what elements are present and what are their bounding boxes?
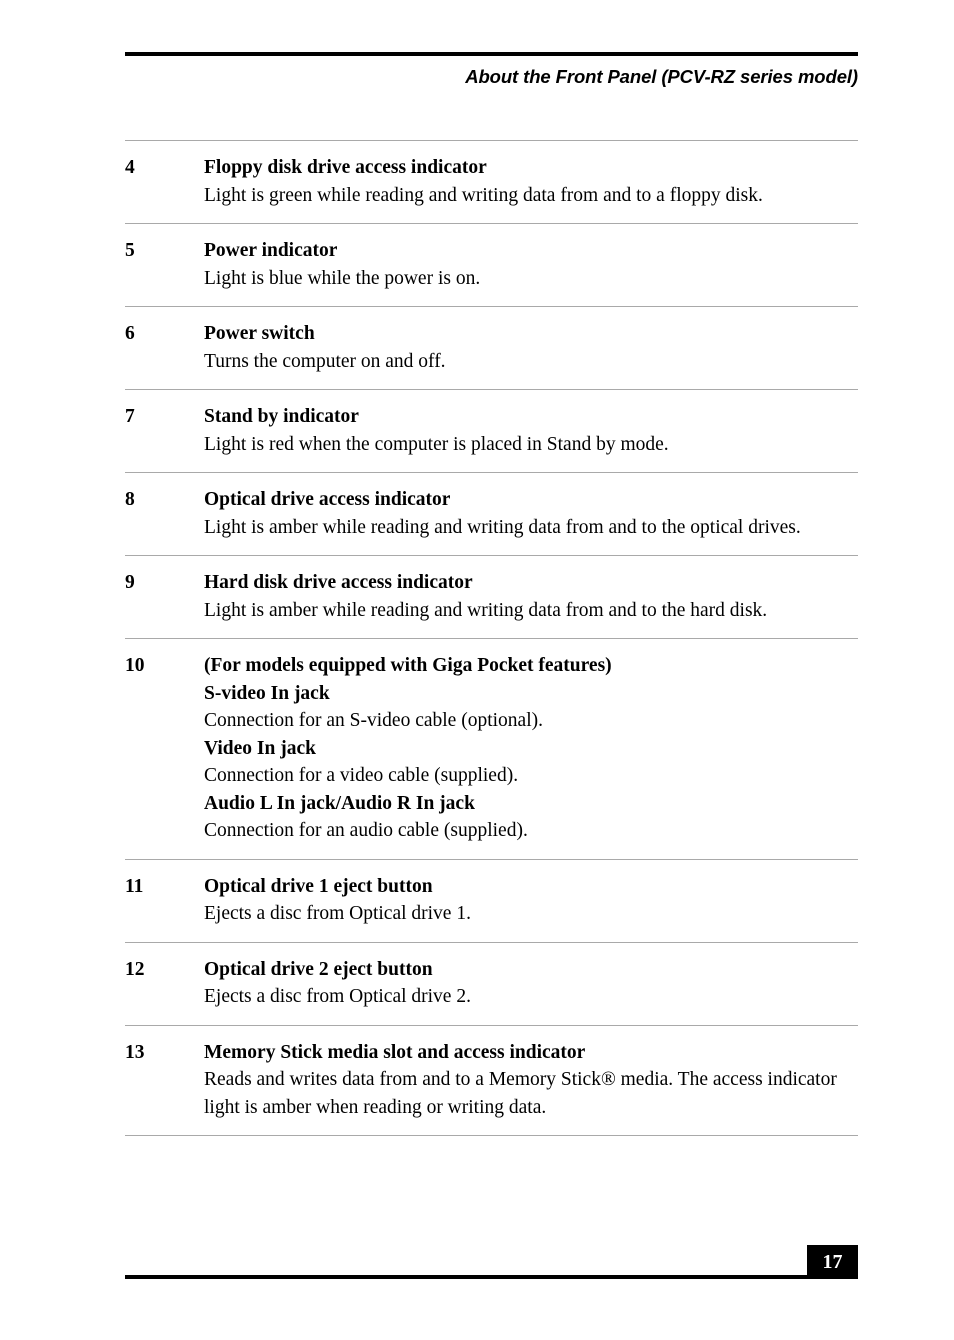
item-number: 6 bbox=[125, 323, 135, 344]
item-heading: Optical drive 2 eject button bbox=[204, 958, 433, 980]
item-body: Power switch Turns the computer on and of… bbox=[204, 320, 858, 375]
item-number: 10 bbox=[125, 655, 145, 676]
item-number: 8 bbox=[125, 489, 135, 510]
item-heading: Optical drive 1 eject button bbox=[204, 875, 433, 897]
table-row: 8 Optical drive access indicator Light is … bbox=[125, 473, 858, 555]
page-header: About the Front Panel (PCV-RZ series mod… bbox=[125, 52, 858, 88]
item-heading: Optical drive access indicator bbox=[204, 489, 451, 510]
item-heading: Video In jack bbox=[204, 737, 316, 759]
table-row: 10 (For models equipped with Giga Pocket … bbox=[125, 639, 858, 859]
item-body: Optical drive access indicator Light is a… bbox=[204, 486, 858, 541]
page-title: About the Front Panel (PCV-RZ series mod… bbox=[465, 66, 858, 87]
item-body: Power indicator Light is blue while the p… bbox=[204, 237, 858, 292]
item-number: 4 bbox=[125, 157, 135, 178]
item-description: Light is amber while reading and writing… bbox=[204, 516, 801, 538]
table-row: 9 Hard disk drive access indicator Light i… bbox=[125, 556, 858, 638]
table-row: 12 Optical drive 2 eject button Ejects a d… bbox=[125, 943, 858, 1025]
item-description: Light is green while reading and writing… bbox=[204, 184, 763, 206]
table-row: 5 Power indicator Light is blue while the … bbox=[125, 224, 858, 306]
item-description: Light is amber while reading and writing… bbox=[204, 599, 768, 621]
table-row: 13 Memory Stick media slot and access ind… bbox=[125, 1026, 858, 1136]
document-page: About the Front Panel (PCV-RZ series mod… bbox=[0, 0, 954, 1340]
item-number: 5 bbox=[125, 240, 135, 261]
item-body: Hard disk drive access indicator Light is… bbox=[204, 569, 858, 624]
item-body: Floppy disk drive access indicator Light … bbox=[204, 154, 858, 209]
footer-rule bbox=[125, 1275, 858, 1279]
item-heading: Power switch bbox=[204, 323, 315, 344]
item-body: Optical drive 2 eject button Ejects a dis… bbox=[204, 956, 858, 1011]
item-description: Connection for an audio cable (supplied)… bbox=[204, 820, 528, 841]
row-separator bbox=[125, 1135, 858, 1136]
item-heading: Audio L In jack/Audio R In jack bbox=[204, 792, 475, 814]
item-description: Connection for a video cable (supplied). bbox=[204, 765, 519, 786]
item-body: Optical drive 1 eject button Ejects a dis… bbox=[204, 873, 858, 928]
table-row: 7 Stand by indicator Light is red when the… bbox=[125, 390, 858, 472]
item-heading: Stand by indicator bbox=[204, 406, 359, 427]
item-heading: Floppy disk drive access indicator bbox=[204, 157, 487, 178]
item-heading: S-video In jack bbox=[204, 682, 330, 704]
item-description: Turns the computer on and off. bbox=[204, 350, 446, 372]
item-description: Reads and writes data from and to a Memo… bbox=[204, 1069, 837, 1118]
item-body: Stand by indicator Light is red when the … bbox=[204, 403, 858, 458]
item-heading: Power indicator bbox=[204, 240, 338, 261]
item-body: (For models equipped with Giga Pocket fe… bbox=[204, 652, 858, 845]
page-number: 17 bbox=[807, 1245, 858, 1278]
front-panel-item-list: 4 Floppy disk drive access indicator Light… bbox=[125, 140, 858, 1136]
item-heading: Hard disk drive access indicator bbox=[204, 572, 473, 593]
item-description: Light is blue while the power is on. bbox=[204, 267, 481, 289]
item-heading: Memory Stick media slot and access indic… bbox=[204, 1041, 586, 1063]
item-description: Connection for an S-video cable (optiona… bbox=[204, 710, 543, 731]
page-footer: 17 bbox=[125, 1245, 858, 1279]
item-description: Ejects a disc from Optical drive 1. bbox=[204, 903, 471, 924]
item-number: 9 bbox=[125, 572, 135, 593]
item-description: Light is red when the computer is placed… bbox=[204, 433, 669, 455]
item-body: Memory Stick media slot and access indic… bbox=[204, 1039, 858, 1122]
table-row: 4 Floppy disk drive access indicator Light… bbox=[125, 141, 858, 223]
item-number: 7 bbox=[125, 406, 135, 427]
table-row: 11 Optical drive 1 eject button Ejects a d… bbox=[125, 860, 858, 942]
item-number: 13 bbox=[125, 1041, 145, 1063]
item-number: 12 bbox=[125, 958, 145, 980]
header-rule bbox=[125, 52, 858, 56]
table-row: 6 Power switch Turns the computer on and o… bbox=[125, 307, 858, 389]
item-heading: (For models equipped with Giga Pocket fe… bbox=[204, 655, 612, 676]
item-description: Ejects a disc from Optical drive 2. bbox=[204, 986, 471, 1007]
item-number: 11 bbox=[125, 875, 144, 897]
